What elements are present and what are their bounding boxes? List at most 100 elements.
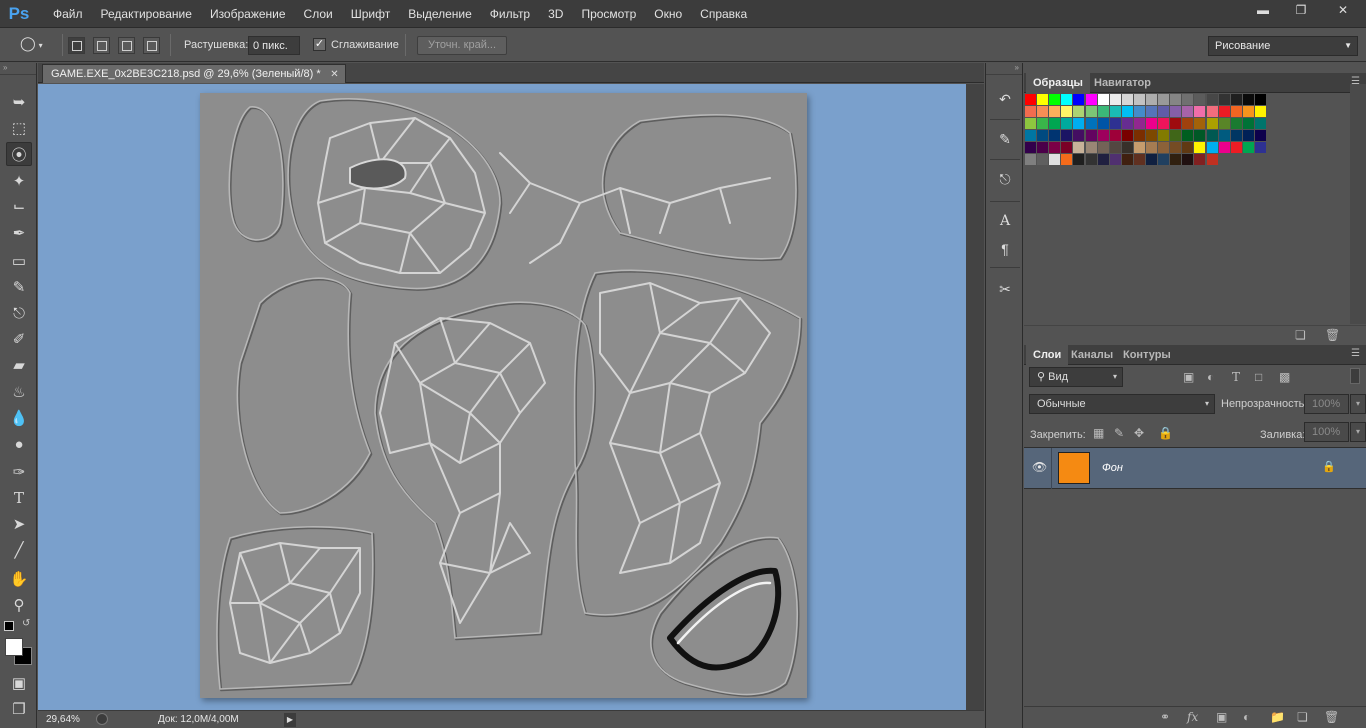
canvas-area[interactable] — [38, 84, 966, 710]
swap-colors-icon[interactable]: ↺ — [22, 618, 30, 629]
color-swatch[interactable] — [1158, 94, 1170, 105]
color-swatch[interactable] — [1037, 118, 1049, 129]
line-tool-icon[interactable]: ╱ — [6, 538, 32, 562]
color-swatch[interactable] — [1158, 142, 1170, 153]
layer-row[interactable]: 👁 Фон 🔒 — [1024, 448, 1366, 489]
quick-mask-icon[interactable]: ▣ — [6, 671, 32, 695]
color-swatch[interactable] — [1194, 118, 1206, 129]
color-swatch[interactable] — [1146, 130, 1157, 141]
color-swatch[interactable] — [1049, 154, 1061, 165]
color-swatch[interactable] — [1085, 118, 1097, 129]
color-swatch[interactable] — [1025, 106, 1036, 117]
lock-transparency-icon[interactable]: ▦ — [1093, 426, 1104, 440]
antialias-checkbox[interactable]: ✓ — [313, 38, 326, 51]
new-swatch-icon[interactable]: ❏ — [1295, 328, 1306, 342]
color-swatch[interactable] — [1109, 142, 1121, 153]
canvas-vertical-scrollbar[interactable] — [966, 84, 984, 710]
smart-object-filter-icon[interactable]: ▩ — [1279, 370, 1290, 384]
color-swatch[interactable] — [1182, 142, 1194, 153]
color-swatch[interactable] — [1133, 118, 1145, 129]
color-swatch[interactable] — [1182, 94, 1194, 105]
minimize-icon[interactable]: ▬ — [1244, 0, 1282, 20]
eyedropper-icon[interactable]: ✒ — [6, 221, 32, 245]
color-swatch[interactable] — [1073, 94, 1085, 105]
color-swatch[interactable] — [1049, 106, 1061, 117]
new-layer-icon[interactable]: ❏ — [1297, 710, 1308, 724]
color-swatch[interactable] — [1230, 130, 1242, 141]
type-filter-icon[interactable]: T — [1232, 370, 1240, 384]
color-swatch[interactable] — [1121, 106, 1133, 117]
color-swatch[interactable] — [1182, 130, 1194, 141]
close-tab-icon[interactable]: ✕ — [330, 65, 338, 84]
color-swatch[interactable] — [1170, 142, 1182, 153]
color-swatch[interactable] — [1170, 118, 1182, 129]
color-swatch[interactable] — [1049, 142, 1061, 153]
color-swatch[interactable] — [1230, 118, 1242, 129]
color-swatch[interactable] — [1097, 106, 1109, 117]
color-swatch[interactable] — [1218, 142, 1230, 153]
color-swatch[interactable] — [1121, 154, 1133, 165]
menu-type[interactable]: Шрифт — [342, 0, 399, 28]
color-swatch[interactable] — [1254, 142, 1266, 153]
layer-style-icon[interactable]: fx — [1187, 710, 1198, 724]
color-swatch[interactable] — [1025, 142, 1036, 153]
layer-thumbnail[interactable] — [1058, 452, 1090, 484]
add-mask-icon[interactable]: ▣ — [1216, 710, 1227, 724]
paragraph-panel-icon[interactable]: ¶ — [993, 237, 1017, 261]
color-swatch[interactable] — [1170, 94, 1182, 105]
color-swatch[interactable] — [1025, 154, 1036, 165]
color-swatch[interactable] — [1206, 142, 1218, 153]
tab-channels[interactable]: Каналы — [1064, 345, 1120, 365]
color-swatch[interactable] — [1218, 118, 1230, 129]
color-swatch[interactable] — [1182, 154, 1194, 165]
opacity-slider-arrow-icon[interactable]: ▾ — [1350, 394, 1366, 414]
color-swatch[interactable] — [1037, 154, 1049, 165]
color-swatch[interactable] — [1109, 106, 1121, 117]
color-swatch[interactable] — [1170, 130, 1182, 141]
status-info-icon[interactable] — [96, 713, 108, 725]
color-swatch[interactable] — [1037, 130, 1049, 141]
color-swatch[interactable] — [1061, 142, 1073, 153]
history-panel-icon[interactable]: ↶ — [993, 87, 1017, 111]
color-swatch[interactable] — [1049, 130, 1061, 141]
pen-tool-icon[interactable]: ✑ — [6, 460, 32, 484]
new-group-icon[interactable]: 📁 — [1270, 710, 1285, 724]
color-swatch[interactable] — [1049, 94, 1061, 105]
lasso-tool-icon[interactable]: ⦿ — [6, 142, 32, 166]
paint-bucket-icon[interactable]: ♨ — [6, 380, 32, 404]
color-swatch[interactable] — [1049, 118, 1061, 129]
tab-swatches[interactable]: Образцы — [1026, 73, 1090, 93]
color-swatch[interactable] — [1025, 130, 1036, 141]
color-swatch[interactable] — [1146, 142, 1157, 153]
opacity-input[interactable]: 100% — [1304, 394, 1349, 414]
intersect-selection-button[interactable] — [143, 37, 160, 54]
color-swatch[interactable] — [1061, 94, 1073, 105]
color-swatch[interactable] — [1146, 154, 1157, 165]
color-swatch[interactable] — [1206, 94, 1218, 105]
layer-kind-filter[interactable]: ⚲ Вид ▾ — [1029, 367, 1123, 387]
path-selection-icon[interactable]: ➤ — [6, 512, 32, 536]
color-swatch[interactable] — [1194, 142, 1206, 153]
zoom-level[interactable]: 29,64% — [46, 714, 80, 725]
color-swatch[interactable] — [1170, 154, 1182, 165]
foreground-color-swatch[interactable] — [5, 638, 23, 656]
clone-source-icon[interactable]: ⎋ — [993, 167, 1017, 191]
type-tool-icon[interactable]: T — [6, 486, 32, 510]
color-swatch[interactable] — [1230, 94, 1242, 105]
color-swatch[interactable] — [1037, 94, 1049, 105]
menu-filter[interactable]: Фильтр — [481, 0, 539, 28]
color-swatch[interactable] — [1230, 142, 1242, 153]
color-swatch[interactable] — [1061, 154, 1073, 165]
color-swatch[interactable] — [1206, 130, 1218, 141]
adjustment-layer-icon[interactable]: ◐ — [1243, 710, 1250, 724]
close-icon[interactable]: ✕ — [1320, 0, 1366, 20]
color-swatch[interactable] — [1254, 106, 1266, 117]
color-swatch[interactable] — [1242, 142, 1254, 153]
menu-window[interactable]: Окно — [645, 0, 691, 28]
color-swatch[interactable] — [1109, 154, 1121, 165]
menu-edit[interactable]: Редактирование — [92, 0, 201, 28]
feather-input[interactable] — [248, 36, 300, 55]
panel-grip-icon[interactable]: » — [986, 63, 1022, 75]
color-swatch[interactable] — [1109, 118, 1121, 129]
color-swatch[interactable] — [1218, 130, 1230, 141]
